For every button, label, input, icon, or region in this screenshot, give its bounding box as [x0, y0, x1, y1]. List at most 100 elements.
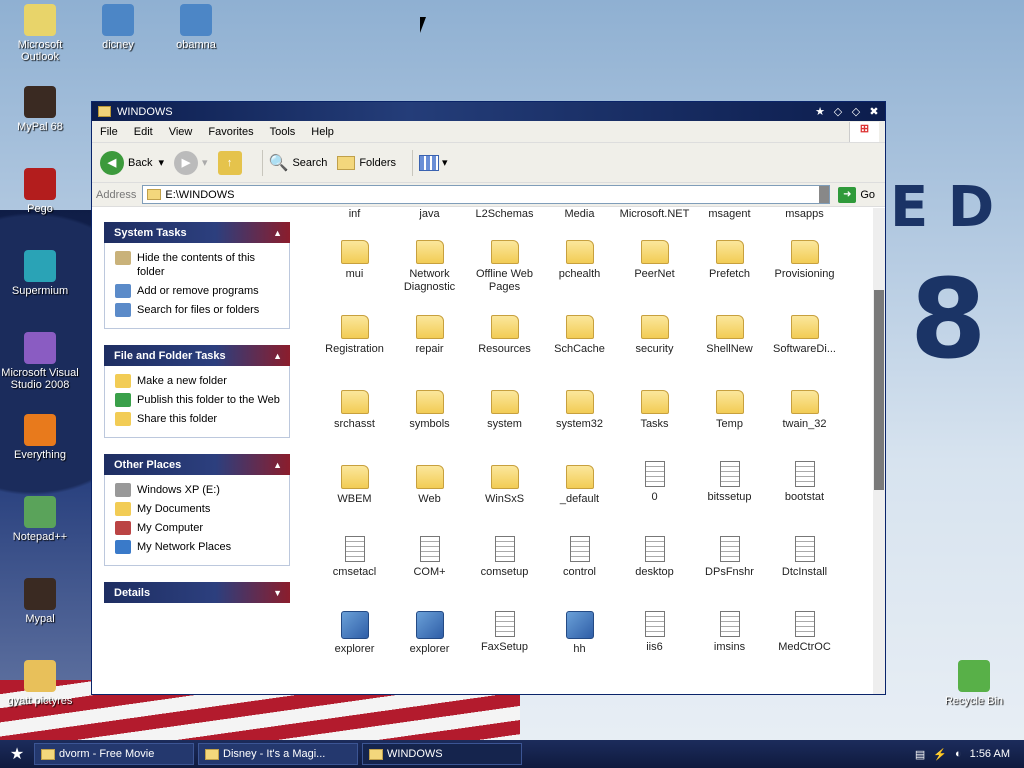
- minimize-button[interactable]: ◇: [831, 105, 845, 119]
- file-item[interactable]: 0: [617, 457, 692, 532]
- file-item[interactable]: Registration: [317, 307, 392, 382]
- chevron-icon[interactable]: ▲: [273, 460, 282, 470]
- file-item[interactable]: inf: [317, 208, 392, 232]
- menu-edit[interactable]: Edit: [126, 126, 161, 138]
- file-item[interactable]: hh: [542, 607, 617, 682]
- file-item[interactable]: WBEM: [317, 457, 392, 532]
- file-item[interactable]: _default: [542, 457, 617, 532]
- search-icon[interactable]: ◐: [955, 748, 962, 760]
- file-item[interactable]: ShellNew: [692, 307, 767, 382]
- file-item[interactable]: Microsoft.NET: [617, 208, 692, 232]
- file-item[interactable]: mui: [317, 232, 392, 307]
- file-item[interactable]: msapps: [767, 208, 842, 232]
- file-item[interactable]: explorer: [317, 607, 392, 682]
- file-item[interactable]: explorer: [392, 607, 467, 682]
- file-item[interactable]: Prefetch: [692, 232, 767, 307]
- file-item[interactable]: Provisioning: [767, 232, 842, 307]
- task-link[interactable]: Add or remove programs: [115, 284, 283, 298]
- menu-file[interactable]: File: [92, 126, 126, 138]
- file-item[interactable]: Tasks: [617, 382, 692, 457]
- menu-view[interactable]: View: [161, 126, 201, 138]
- file-item[interactable]: srchasst: [317, 382, 392, 457]
- file-item[interactable]: bitssetup: [692, 457, 767, 532]
- file-item[interactable]: symbols: [392, 382, 467, 457]
- task-link[interactable]: My Network Places: [115, 540, 283, 554]
- menu-tools[interactable]: Tools: [262, 126, 304, 138]
- file-item[interactable]: msagent: [692, 208, 767, 232]
- task-link[interactable]: My Documents: [115, 502, 283, 516]
- task-link[interactable]: My Computer: [115, 521, 283, 535]
- file-item[interactable]: COM+: [392, 532, 467, 607]
- menu-help[interactable]: Help: [303, 126, 342, 138]
- file-item[interactable]: imsins: [692, 607, 767, 682]
- vertical-scrollbar[interactable]: [873, 208, 885, 694]
- file-item[interactable]: Web: [392, 457, 467, 532]
- task-button-1[interactable]: dvorm - Free Movie: [34, 743, 194, 765]
- folders-button[interactable]: Folders: [337, 155, 396, 170]
- clock[interactable]: 1:56 AM: [970, 748, 1010, 760]
- scrollbar-thumb[interactable]: [874, 290, 884, 490]
- file-item[interactable]: security: [617, 307, 692, 382]
- desktop-icon[interactable]: Recycle Bin: [934, 660, 1014, 707]
- menu-favorites[interactable]: Favorites: [200, 126, 261, 138]
- chevron-icon[interactable]: ▲: [273, 228, 282, 238]
- task-link[interactable]: Make a new folder: [115, 374, 283, 388]
- task-link[interactable]: Publish this folder to the Web: [115, 393, 283, 407]
- file-item[interactable]: SchCache: [542, 307, 617, 382]
- desktop-icon[interactable]: Everything: [0, 414, 80, 461]
- file-item[interactable]: desktop: [617, 532, 692, 607]
- file-item[interactable]: Offline Web Pages: [467, 232, 542, 307]
- task-button-3[interactable]: WINDOWS: [362, 743, 522, 765]
- desktop-icon[interactable]: Notepad++: [0, 496, 80, 543]
- close-button[interactable]: ✖: [867, 105, 881, 119]
- file-item[interactable]: system: [467, 382, 542, 457]
- panel-header[interactable]: File and Folder Tasks ▲: [104, 345, 290, 366]
- file-item[interactable]: Resources: [467, 307, 542, 382]
- file-item[interactable]: java: [392, 208, 467, 232]
- address-input[interactable]: E:\WINDOWS: [142, 185, 831, 204]
- panel-header[interactable]: System Tasks ▲: [104, 222, 290, 243]
- file-item[interactable]: system32: [542, 382, 617, 457]
- file-item[interactable]: iis6: [617, 607, 692, 682]
- task-link[interactable]: Windows XP (E:): [115, 483, 283, 497]
- forward-button[interactable]: ▶ ▾: [174, 150, 208, 175]
- star-icon[interactable]: ★: [813, 105, 827, 119]
- search-button[interactable]: 🔍 Search: [269, 153, 328, 173]
- title-bar[interactable]: WINDOWS ★ ◇ ◇ ✖: [92, 102, 885, 121]
- file-item[interactable]: L2Schemas: [467, 208, 542, 232]
- task-link[interactable]: Share this folder: [115, 412, 283, 426]
- task-link[interactable]: Search for files or folders: [115, 303, 283, 317]
- desktop-icon[interactable]: Pego: [0, 168, 80, 215]
- go-button[interactable]: ➜ Go: [838, 186, 875, 203]
- desktop-icon[interactable]: Mypal: [0, 578, 80, 625]
- file-item[interactable]: Network Diagnostic: [392, 232, 467, 307]
- desktop-icon[interactable]: gyatt pictyres: [0, 660, 80, 707]
- file-item[interactable]: comsetup: [467, 532, 542, 607]
- desktop-icon[interactable]: Supermium: [0, 250, 80, 297]
- file-item[interactable]: Media: [542, 208, 617, 232]
- file-item[interactable]: cmsetacl: [317, 532, 392, 607]
- back-button[interactable]: ◀ Back ▾: [100, 150, 164, 175]
- file-item[interactable]: twain_32: [767, 382, 842, 457]
- file-item[interactable]: DPsFnshr: [692, 532, 767, 607]
- file-item[interactable]: FaxSetup: [467, 607, 542, 682]
- file-item[interactable]: DtcInstall: [767, 532, 842, 607]
- panel-header[interactable]: Other Places ▲: [104, 454, 290, 475]
- desktop-icon[interactable]: obamna: [156, 4, 236, 51]
- network-icon[interactable]: ⚡: [933, 748, 947, 761]
- task-link[interactable]: Hide the contents of this folder: [115, 251, 283, 279]
- file-item[interactable]: Temp: [692, 382, 767, 457]
- up-folder-button[interactable]: ↑: [217, 150, 246, 175]
- file-item[interactable]: pchealth: [542, 232, 617, 307]
- maximize-button[interactable]: ◇: [849, 105, 863, 119]
- file-item[interactable]: bootstat: [767, 457, 842, 532]
- file-item[interactable]: control: [542, 532, 617, 607]
- file-item[interactable]: PeerNet: [617, 232, 692, 307]
- keyboard-icon[interactable]: ▤: [915, 748, 925, 761]
- file-item[interactable]: SoftwareDi...: [767, 307, 842, 382]
- file-item[interactable]: WinSxS: [467, 457, 542, 532]
- desktop-icon[interactable]: Microsoft Visual Studio 2008: [0, 332, 80, 391]
- file-item[interactable]: repair: [392, 307, 467, 382]
- chevron-icon[interactable]: ▲: [273, 351, 282, 361]
- start-button[interactable]: ★: [0, 740, 34, 768]
